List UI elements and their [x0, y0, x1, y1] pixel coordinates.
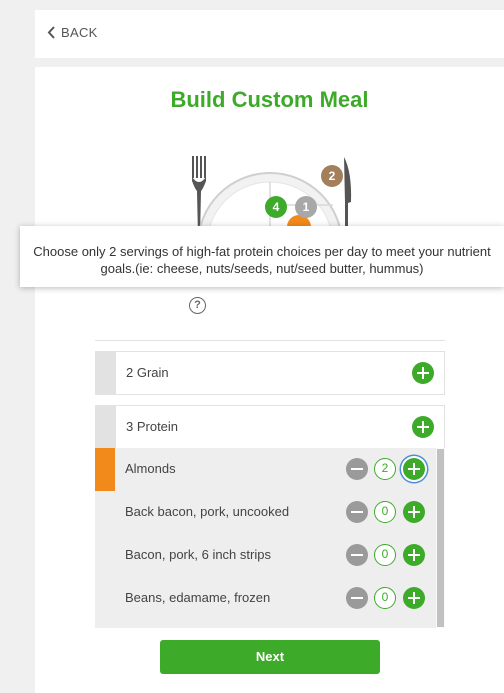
minus-icon[interactable] — [346, 458, 368, 480]
add-protein-plus-icon[interactable] — [412, 416, 434, 438]
group-row-grain[interactable]: 2 Grain — [95, 351, 445, 395]
back-button[interactable]: BACK — [47, 25, 98, 40]
plate-illustration: 2 4 1 — [185, 127, 360, 237]
divider — [95, 340, 445, 341]
item-label: Bacon, pork, 6 inch strips — [125, 547, 271, 562]
scrollbar-thumb[interactable] — [437, 449, 444, 627]
plus-icon[interactable] — [403, 458, 425, 480]
tooltip-text: Choose only 2 servings of high-fat prote… — [33, 244, 491, 276]
top-bar: BACK — [35, 10, 504, 58]
protein-item-list[interactable]: Almonds 2 Back bacon, pork, uncooked 0 B… — [95, 448, 445, 628]
chevron-left-icon — [47, 26, 56, 39]
plus-icon[interactable] — [403, 544, 425, 566]
group-row-protein[interactable]: 3 Protein — [95, 405, 445, 448]
group-stripe — [96, 406, 116, 448]
page-title: Build Custom Meal — [170, 87, 369, 112]
plate-count-bubble: 4 — [265, 196, 287, 218]
next-button[interactable]: Next — [160, 640, 380, 674]
help-icon[interactable]: ? — [189, 297, 206, 314]
selected-indicator — [95, 448, 115, 491]
plate-count-bubble: 2 — [321, 165, 343, 187]
plate-count-bubble: 1 — [295, 196, 317, 218]
list-item[interactable]: Back bacon, pork, uncooked 0 — [95, 491, 435, 534]
plus-icon[interactable] — [403, 501, 425, 523]
add-grain-plus-icon[interactable] — [412, 362, 434, 384]
minus-icon[interactable] — [346, 501, 368, 523]
back-label: BACK — [61, 25, 98, 40]
serving-count: 0 — [374, 501, 396, 523]
item-label: Almonds — [125, 461, 176, 476]
minus-icon[interactable] — [346, 587, 368, 609]
serving-count: 0 — [374, 544, 396, 566]
serving-count: 0 — [374, 587, 396, 609]
group-label: 2 Grain — [126, 365, 169, 380]
serving-count: 2 — [374, 458, 396, 480]
group-stripe — [96, 352, 116, 394]
info-tooltip: Choose only 2 servings of high-fat prote… — [20, 226, 504, 287]
item-label: Back bacon, pork, uncooked — [125, 504, 290, 519]
list-item[interactable]: Bacon, pork, 6 inch strips 0 — [95, 534, 435, 577]
item-label: Beans, edamame, frozen — [125, 590, 271, 605]
plus-icon[interactable] — [403, 587, 425, 609]
list-item[interactable]: Beans, edamame, frozen 0 — [95, 577, 435, 620]
list-item[interactable]: Almonds 2 — [95, 448, 435, 491]
group-label: 3 Protein — [126, 419, 179, 434]
minus-icon[interactable] — [346, 544, 368, 566]
